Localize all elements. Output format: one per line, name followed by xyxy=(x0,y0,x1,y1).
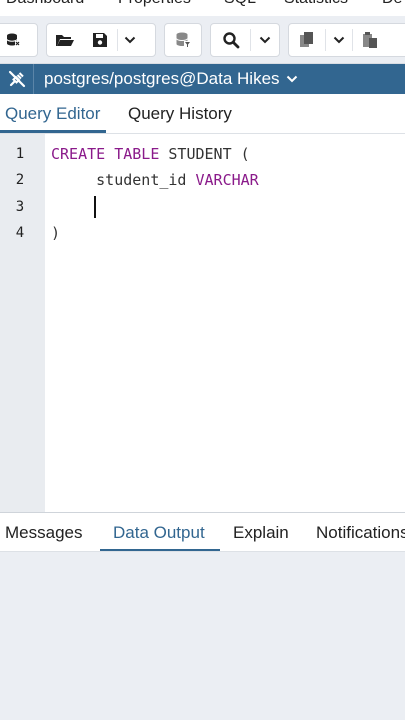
code-text: student_id xyxy=(96,171,196,189)
connection-status[interactable] xyxy=(0,64,34,94)
code-text: STUDENT ( xyxy=(159,145,250,163)
database-filter-icon xyxy=(176,32,191,48)
line-number: 1 xyxy=(15,146,25,162)
tab-query-editor[interactable]: Query Editor xyxy=(5,104,100,124)
filter-rows-button[interactable] xyxy=(165,24,201,56)
tab-messages[interactable]: Messages xyxy=(5,523,82,543)
code-line: ) xyxy=(51,224,61,242)
tab-properties[interactable]: Properties xyxy=(118,0,191,8)
output-tabs: Messages Data Output Explain Notificatio… xyxy=(0,512,405,552)
chevron-down-icon xyxy=(333,36,345,44)
connection-dropdown[interactable] xyxy=(286,74,298,84)
connection-bar[interactable]: postgres/postgres@Data Hikes xyxy=(0,64,405,94)
tab-explain[interactable]: Explain xyxy=(233,523,289,543)
database-connect-button[interactable] xyxy=(0,24,29,56)
sql-keyword: CREATE TABLE xyxy=(51,145,160,163)
toolbar-group-file xyxy=(46,23,156,57)
chevron-down-icon xyxy=(286,75,297,83)
save-options-dropdown[interactable] xyxy=(118,24,142,56)
code-line: CREATE TABLE STUDENT ( xyxy=(51,145,250,163)
chevron-down-icon xyxy=(259,36,271,44)
chevron-down-icon xyxy=(124,36,136,44)
text-cursor xyxy=(94,196,96,218)
line-number-gutter: 1 2 3 4 xyxy=(0,134,45,512)
search-icon xyxy=(223,32,240,49)
open-file-button[interactable] xyxy=(47,24,83,56)
editor-tabs: Query Editor Query History xyxy=(0,94,405,134)
copy-button[interactable] xyxy=(289,24,325,56)
tab-query-history[interactable]: Query History xyxy=(128,104,232,124)
toolbar-group-clipboard xyxy=(288,23,405,57)
folder-open-icon xyxy=(56,35,74,46)
toolbar-group-db xyxy=(0,23,38,57)
line-number: 4 xyxy=(15,225,25,241)
tab-statistics[interactable]: Statistics xyxy=(284,0,348,8)
disconnected-plug-icon xyxy=(8,70,25,88)
tab-data-output[interactable]: Data Output xyxy=(113,523,205,543)
paste-button[interactable] xyxy=(353,24,387,56)
toolbar-group-search xyxy=(210,23,280,57)
copy-icon xyxy=(300,32,313,47)
sql-type: VARCHAR xyxy=(195,171,259,189)
paste-icon xyxy=(363,32,377,48)
tab-sql[interactable]: SQL xyxy=(224,0,256,8)
save-file-button[interactable] xyxy=(83,24,117,56)
find-button[interactable] xyxy=(211,24,250,56)
sql-editor[interactable]: 1 2 3 4 CREATE TABLE STUDENT ( student_i… xyxy=(0,134,405,512)
line-number: 3 xyxy=(15,199,25,215)
query-toolbar xyxy=(0,16,405,64)
tab-notifications[interactable]: Notifications xyxy=(316,523,405,543)
top-panel-tabs: Dashboard Properties SQL Statistics De xyxy=(0,0,405,16)
data-output-panel xyxy=(0,552,405,720)
save-icon xyxy=(93,33,107,47)
code-line: student_id VARCHAR xyxy=(51,171,259,189)
connection-label[interactable]: postgres/postgres@Data Hikes xyxy=(44,69,280,89)
find-options-dropdown[interactable] xyxy=(251,24,279,56)
toolbar-group-filter xyxy=(164,23,202,57)
tab-dashboard[interactable]: Dashboard xyxy=(6,0,84,8)
copy-options-dropdown[interactable] xyxy=(326,24,352,56)
line-number: 2 xyxy=(15,172,25,188)
active-tab-indicator xyxy=(0,130,106,133)
database-icon xyxy=(6,33,20,46)
tab-dependencies[interactable]: De xyxy=(382,0,402,8)
